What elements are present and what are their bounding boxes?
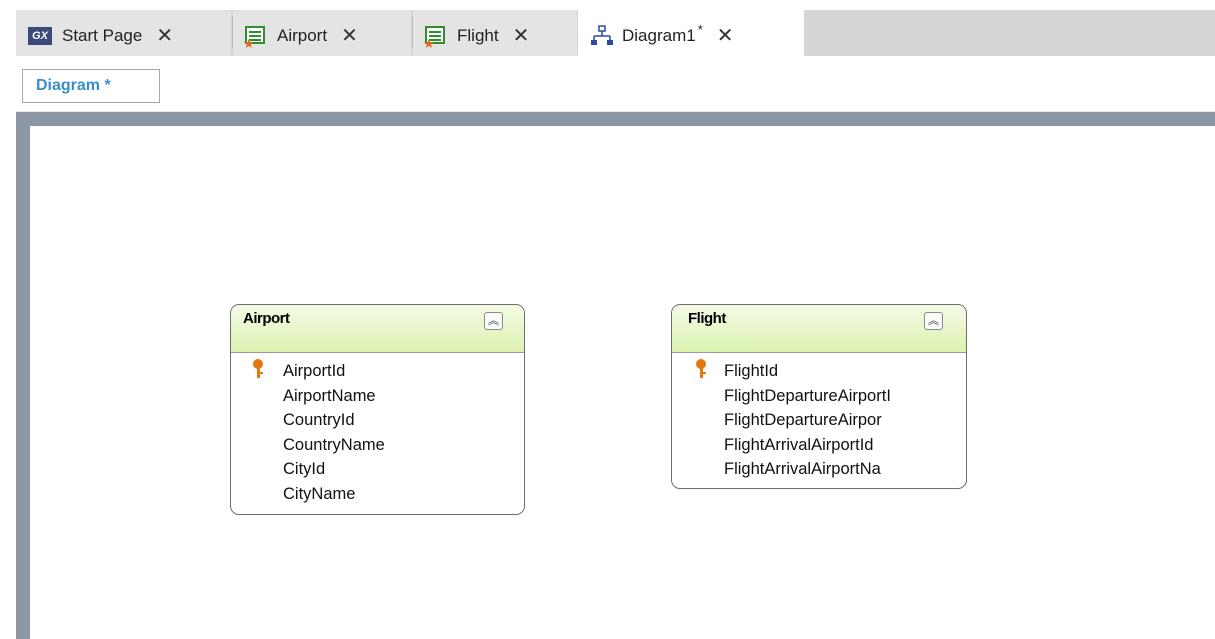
attribute-item[interactable]: AirportId: [231, 359, 524, 384]
tab-diagram1[interactable]: Diagram1 * ✕: [578, 10, 804, 61]
collapse-icon[interactable]: ︽: [924, 312, 943, 330]
entity-airport[interactable]: Airport ︽ AirportId AirportName CountryI…: [230, 304, 525, 515]
modified-marker: *: [697, 22, 703, 37]
close-icon[interactable]: ✕: [156, 26, 173, 46]
close-icon[interactable]: ✕: [513, 26, 530, 46]
entity-header: Flight ︽: [672, 305, 966, 353]
attribute-item[interactable]: CountryName: [231, 433, 524, 458]
tab-label: Airport: [277, 25, 328, 45]
close-icon[interactable]: ✕: [717, 26, 734, 46]
tab-label: Start Page: [62, 25, 143, 45]
diagram-toolbar: [16, 56, 1215, 112]
entity-title: Airport: [243, 310, 290, 327]
attribute-item[interactable]: CountryId: [231, 408, 524, 433]
tab-start-page[interactable]: GX Start Page ✕: [16, 10, 231, 61]
tab-label: Diagram1: [622, 25, 696, 45]
close-icon[interactable]: ✕: [341, 26, 358, 46]
tab-flight[interactable]: ★ Flight ✕: [413, 10, 577, 61]
transaction-icon: ★: [243, 25, 267, 50]
attribute-list: AirportId AirportName CountryId CountryN…: [231, 353, 524, 506]
entity-title: Flight: [688, 310, 726, 327]
gx-logo-icon: GX: [28, 26, 52, 45]
transaction-icon: ★: [423, 25, 447, 50]
attribute-item[interactable]: FlightDepartureAirpor: [672, 408, 966, 433]
attribute-item[interactable]: CityName: [231, 482, 524, 507]
collapse-icon[interactable]: ︽: [484, 312, 503, 330]
attribute-item[interactable]: AirportName: [231, 384, 524, 409]
attribute-item[interactable]: FlightDepartureAirportI: [672, 384, 966, 409]
diagram-icon: [590, 24, 613, 47]
entity-header: Airport ︽: [231, 305, 524, 353]
entity-flight[interactable]: Flight ︽ FlightId FlightDepartureAirport…: [671, 304, 967, 489]
attribute-item[interactable]: FlightArrivalAirportNa: [672, 457, 966, 482]
attribute-item[interactable]: FlightId: [672, 359, 966, 384]
tab-airport[interactable]: ★ Airport ✕: [233, 10, 411, 61]
tab-label: Flight: [457, 25, 499, 45]
attribute-item[interactable]: CityId: [231, 457, 524, 482]
diagram-canvas[interactable]: [30, 126, 1215, 639]
attribute-item[interactable]: FlightArrivalAirportId: [672, 433, 966, 458]
attribute-list: FlightId FlightDepartureAirportI FlightD…: [672, 353, 966, 482]
diagram-section-button[interactable]: Diagram *: [22, 69, 160, 103]
